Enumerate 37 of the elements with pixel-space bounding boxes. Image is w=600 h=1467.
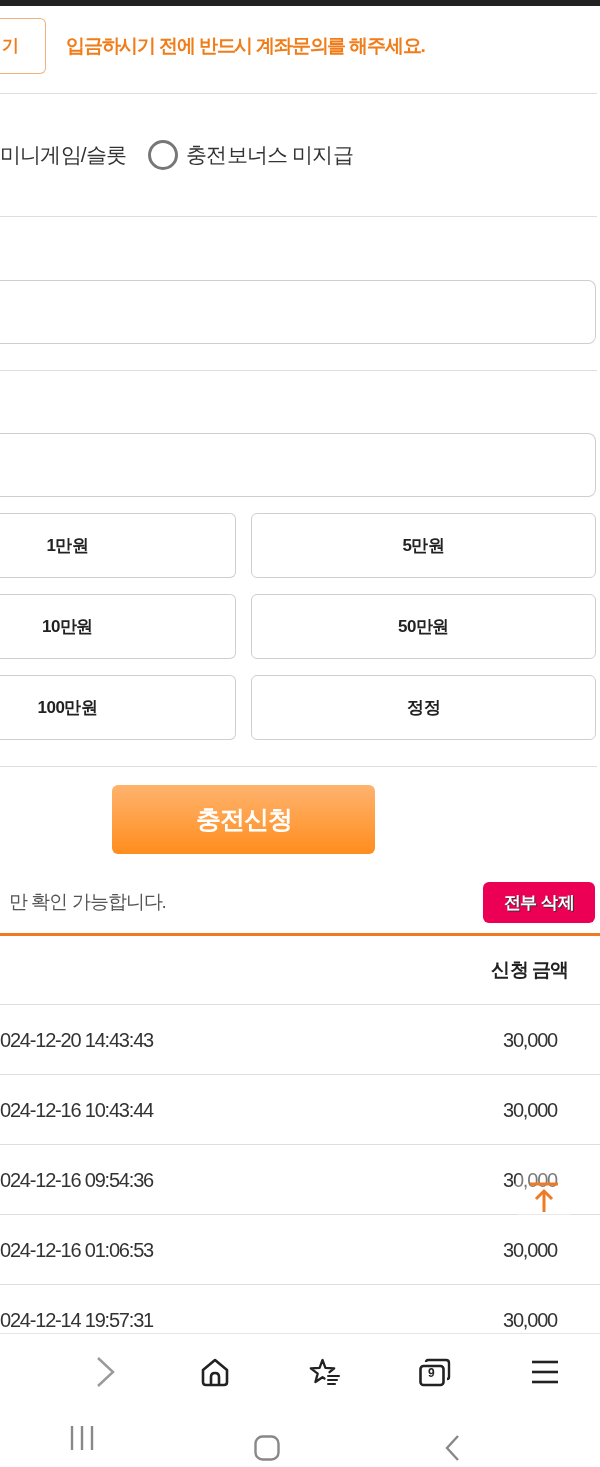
table-cell-text: 024-12-14 19:57:31 <box>0 1307 153 1333</box>
amount-button[interactable]: 정정 <box>251 675 596 740</box>
radio-label[interactable]: 충전보너스 미지급 <box>186 139 353 171</box>
radio-label[interactable]: 미니게임/슬롯 <box>0 139 127 171</box>
chevron-left-icon <box>445 1434 460 1462</box>
table-cell-text: 024-12-16 01:06:53 <box>0 1237 153 1263</box>
amount-button[interactable]: 100만원 <box>0 675 236 740</box>
notice-text: 입금하시기 전에 반드시 계좌문의를 해주세요. <box>66 33 425 58</box>
recent-apps-button[interactable] <box>70 1426 94 1450</box>
chevron-right-icon <box>95 1356 115 1388</box>
table-cell-text: 024-12-16 10:43:44 <box>0 1097 153 1123</box>
tabs-button[interactable]: 9 <box>380 1334 490 1410</box>
input-field[interactable] <box>0 433 596 497</box>
home-icon <box>201 1357 229 1387</box>
menu-icon <box>532 1360 558 1384</box>
table-cell: 30,000 <box>503 1308 557 1331</box>
column-header: 신청 금액 <box>491 958 569 980</box>
tabs-icon <box>419 1357 451 1387</box>
rounded-square-icon <box>254 1435 280 1461</box>
table-cell-text: 024-12-20 14:43:43 <box>0 1027 153 1053</box>
amount-button[interactable]: 1만원 <box>0 513 236 578</box>
home-nav-button[interactable] <box>254 1435 280 1461</box>
radio-button[interactable] <box>148 140 179 170</box>
input-field[interactable] <box>0 280 596 344</box>
amount-button[interactable]: 5만원 <box>251 513 596 578</box>
back-nav-button[interactable] <box>445 1434 460 1462</box>
table-cell-text: 024-12-16 09:54:36 <box>0 1167 153 1193</box>
table-cell: 30,000 <box>503 1238 557 1261</box>
amount-button[interactable]: 50만원 <box>251 594 596 659</box>
star-list-icon <box>309 1358 341 1386</box>
info-text: 만 확인 가능합니다. <box>8 890 166 915</box>
table-cell: 30,000 <box>503 1028 557 1051</box>
delete-all-button[interactable]: 전부 삭제 <box>483 882 595 923</box>
table-cell: 30,000 <box>503 1098 557 1121</box>
tab-count: 9 <box>428 1367 435 1379</box>
recent-apps-icon <box>70 1426 94 1450</box>
amount-button[interactable]: 10만원 <box>0 594 236 659</box>
